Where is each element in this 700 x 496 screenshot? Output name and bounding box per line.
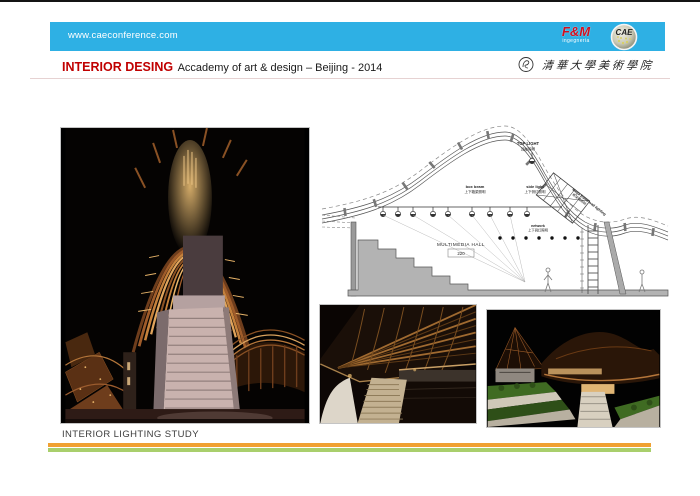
render-exterior-night	[486, 309, 661, 428]
label-network-cn: 上下网灯照明	[528, 228, 548, 233]
label-side-light-cn: 上下侧灯照明	[525, 189, 546, 194]
cae-logo-icon: CAE	[610, 23, 638, 51]
label-box-beam: box beam	[466, 184, 485, 189]
footer-stripe-orange	[48, 443, 651, 447]
presentation-slide: www.caeconference.com F&M ingegneria CAE	[0, 0, 700, 496]
slide-top-border	[0, 0, 700, 2]
tsinghua-seal-icon	[518, 56, 534, 73]
institute-signature: 清華大學美術學院	[518, 56, 654, 73]
institute-name-calligraphy: 清華大學美術學院	[541, 57, 655, 73]
fm-logo-subtext: ingegneria	[555, 39, 597, 44]
conference-url-link[interactable]: www.caeconference.com	[68, 30, 178, 41]
label-hall-capacity: 220	[457, 251, 465, 256]
title-divider	[30, 78, 670, 79]
header-bar: www.caeconference.com F&M ingegneria CAE	[50, 22, 665, 51]
fm-ingegneria-logo: F&M ingegneria	[555, 25, 597, 44]
render-interior-structure-large	[60, 127, 310, 424]
footer-stripe-green	[48, 448, 651, 452]
title-main: INTERIOR DESING	[62, 60, 173, 74]
label-top-light: TOP LIGHT	[517, 141, 540, 146]
label-box-beam-cn: 上下箱梁照明	[465, 189, 486, 194]
footer-section-title: INTERIOR LIGHTING STUDY	[62, 429, 199, 440]
title-subtitle: Accademy of art & design – Beijing - 201…	[178, 62, 383, 74]
cae-logo-text: CAE	[616, 28, 634, 37]
render-interior-stairs	[319, 304, 477, 424]
label-network: network	[531, 224, 545, 228]
label-multimedia-hall: MULTIMEDIA HALL	[437, 242, 485, 247]
label-top-light-cn: 顶部照明	[521, 147, 536, 152]
section-drawing-lighting: TOP LIGHT 顶部照明 box beam 上下箱梁照明 side ligh…	[320, 122, 670, 297]
slide-title: INTERIOR DESING Accademy of art & design…	[62, 58, 382, 76]
fm-logo-text: F&M	[555, 25, 597, 38]
